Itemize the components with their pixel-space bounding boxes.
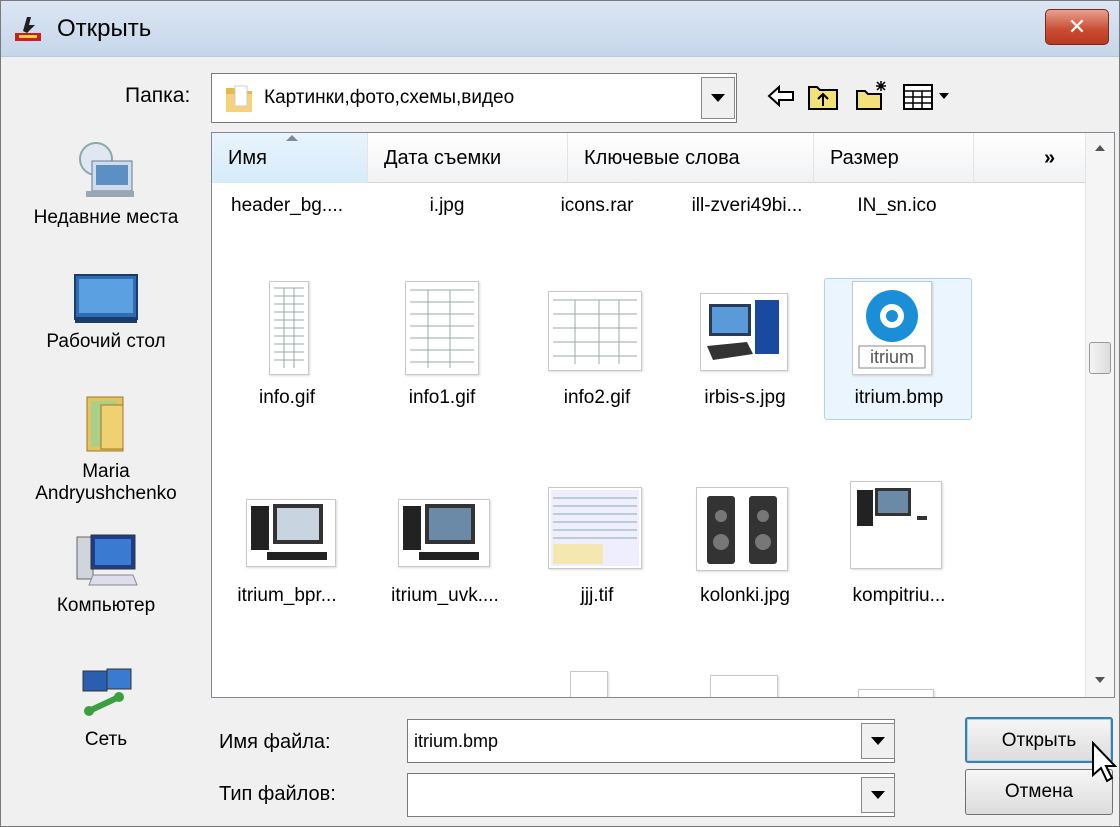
network-icon [82, 668, 132, 716]
folder-label: Папка: [125, 84, 191, 107]
filename-value: itrium.bmp [414, 731, 499, 751]
file-item-label[interactable]: itrium_uvk.... [370, 585, 520, 607]
back-icon[interactable] [763, 79, 799, 113]
speakers-icon [707, 496, 777, 564]
title-bar: Открыть ✕ [1, 1, 1119, 57]
file-item-label[interactable]: info1.gif [367, 387, 517, 409]
cursor-icon [1092, 741, 1117, 783]
file-item-label[interactable]: info2.gif [522, 387, 672, 409]
computer-icon [76, 534, 138, 586]
filetype-label: Тип файлов: [219, 783, 336, 805]
place-user[interactable]: Maria Andryushchenko [21, 393, 191, 505]
column-header: Имя Дата съемки Ключевые слова Размер » [212, 133, 1086, 183]
image-thumbnail[interactable] [858, 689, 934, 697]
filename-dropdown-button[interactable] [861, 723, 895, 759]
filename-label: Имя файла: [219, 731, 331, 753]
filetype-dropdown-button[interactable] [861, 777, 895, 813]
chevron-down-icon [711, 94, 725, 102]
folder-current: Картинки,фото,схемы,видео [264, 87, 515, 108]
file-item-label[interactable]: IN_sn.ico [822, 195, 972, 217]
scroll-down-icon[interactable] [1095, 677, 1105, 683]
image-thumbnail[interactable] [710, 675, 778, 697]
place-computer[interactable]: Компьютер [21, 533, 191, 617]
image-thumbnail[interactable] [246, 499, 336, 567]
file-item-label[interactable]: header_bg.... [212, 195, 362, 217]
document-thumbnail[interactable] [269, 281, 309, 375]
desktop-icon [74, 274, 138, 323]
image-thumbnail[interactable] [700, 293, 788, 371]
file-item-label[interactable]: i.jpg [372, 195, 522, 217]
document-thumbnail[interactable] [570, 671, 608, 697]
view-menu-icon[interactable] [901, 79, 957, 113]
file-item-label[interactable]: ill-zveri49bi... [672, 195, 822, 217]
col-size[interactable]: Размер [814, 133, 974, 183]
folder-combobox[interactable]: Картинки,фото,схемы,видео [211, 73, 737, 123]
file-item-label[interactable]: kolonki.jpg [670, 585, 820, 607]
document-thumbnail[interactable] [405, 281, 479, 375]
new-folder-icon[interactable] [853, 79, 889, 113]
place-label: Сеть [84, 729, 128, 750]
image-thumbnail[interactable] [850, 481, 942, 569]
chevron-down-icon [871, 737, 885, 745]
place-network[interactable]: Сеть [21, 667, 191, 751]
image-thumbnail-selected[interactable]: itrium [852, 281, 932, 375]
image-thumbnail[interactable] [548, 487, 642, 569]
folder-icon [226, 85, 252, 112]
sort-ascending-icon [286, 135, 298, 141]
col-date[interactable]: Дата съемки [368, 133, 568, 183]
col-name-label: Имя [228, 147, 267, 169]
file-item-label[interactable]: irbis-s.jpg [670, 387, 820, 409]
app-icon [15, 17, 41, 41]
computer-photo-icon [707, 300, 779, 360]
vertical-scrollbar[interactable] [1085, 133, 1114, 697]
place-recent[interactable]: Недавние места [21, 141, 191, 229]
itrium-logo-icon: itrium [858, 290, 926, 369]
file-item-label[interactable]: jjj.tif [522, 585, 672, 607]
filetype-select[interactable] [407, 773, 895, 817]
chevron-down-icon [871, 791, 885, 799]
user-folder-icon [86, 396, 124, 452]
col-name[interactable]: Имя [212, 133, 368, 183]
file-item-label[interactable]: itrium.bmp [824, 387, 974, 409]
more-columns-button[interactable]: » [974, 133, 1086, 183]
open-file-dialog: Открыть ✕ Папка: Картинки,фото,схемы,вид… [0, 0, 1120, 827]
image-thumbnail[interactable] [696, 487, 788, 571]
place-label: Недавние места [33, 207, 179, 228]
file-item-label[interactable]: icons.rar [522, 195, 672, 217]
image-thumbnail[interactable] [398, 499, 490, 567]
up-folder-icon[interactable] [805, 79, 841, 113]
place-label: Maria Andryushchenko [35, 461, 177, 504]
recent-places-icon [79, 142, 134, 197]
col-keywords[interactable]: Ключевые слова [568, 133, 814, 183]
place-desktop[interactable]: Рабочий стол [21, 273, 191, 353]
scrollbar-thumb[interactable] [1089, 342, 1111, 374]
file-item-label[interactable]: kompitriu... [824, 585, 974, 607]
file-list[interactable]: Имя Дата съемки Ключевые слова Размер » … [211, 132, 1115, 698]
folder-dropdown-button[interactable] [701, 77, 735, 119]
filename-input[interactable]: itrium.bmp [407, 719, 895, 763]
scroll-up-icon[interactable] [1095, 145, 1105, 151]
place-label: Рабочий стол [46, 331, 166, 352]
file-item-label[interactable]: itrium_bpr... [212, 585, 362, 607]
place-label: Компьютер [56, 595, 156, 616]
close-button[interactable]: ✕ [1045, 9, 1109, 45]
file-item-label[interactable]: info.gif [212, 387, 362, 409]
document-thumbnail[interactable] [548, 291, 642, 371]
svg-text:itrium: itrium [870, 347, 914, 367]
window-title: Открыть [57, 15, 152, 42]
